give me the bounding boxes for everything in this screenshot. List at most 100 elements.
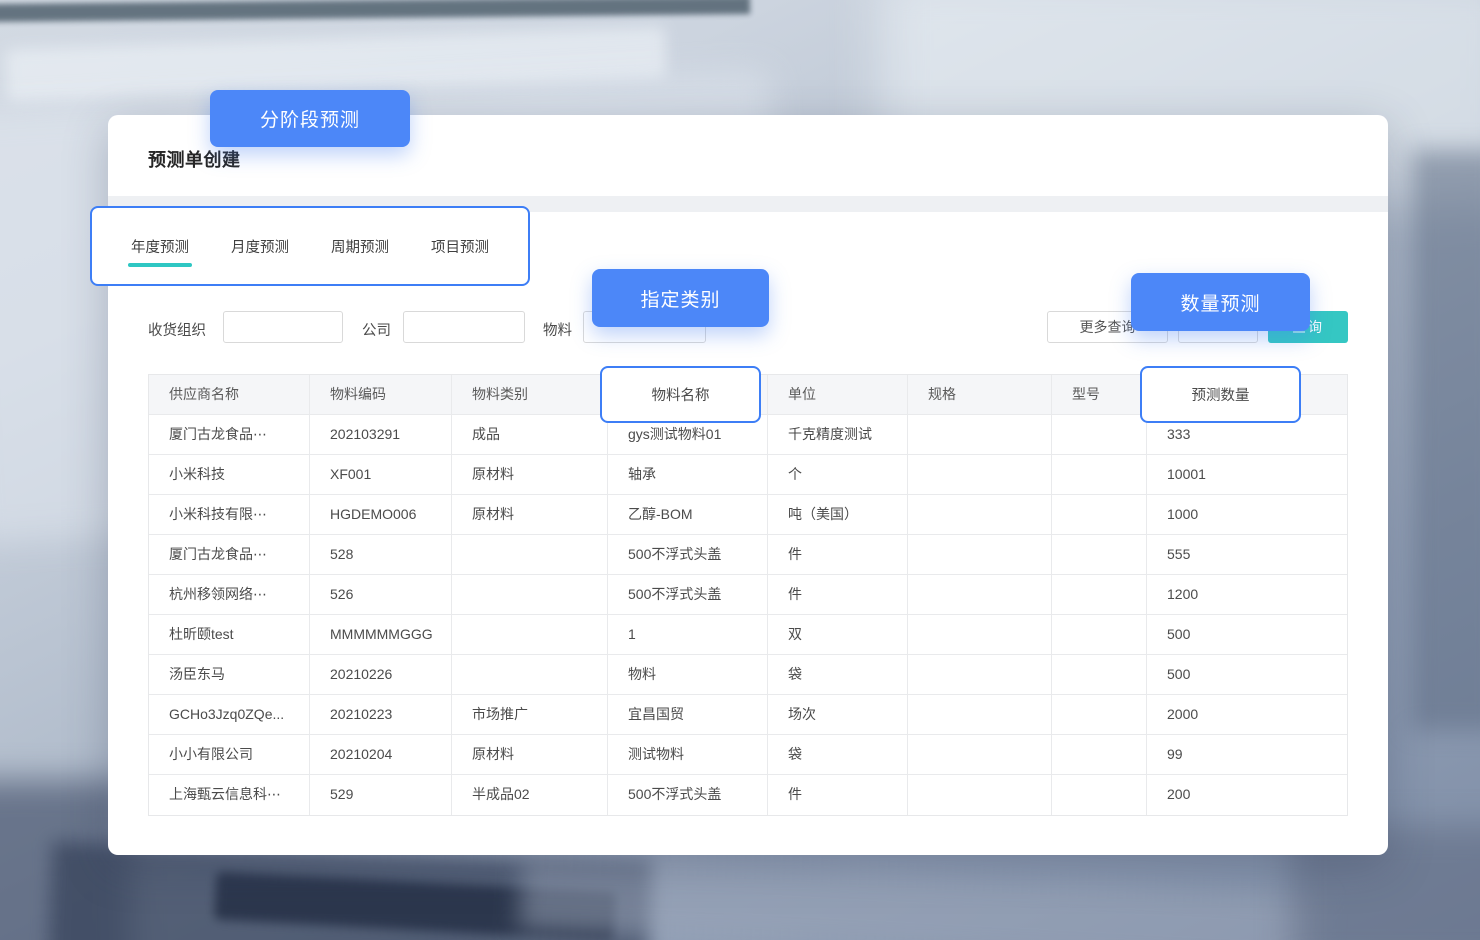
cell: 555 [1147, 535, 1347, 575]
page-title: 预测单创建 [148, 146, 241, 172]
tab-label: 年度预测 [131, 240, 189, 256]
cell [1052, 615, 1147, 655]
background-monitor-bezel [1412, 150, 1480, 730]
cell: 20210204 [310, 735, 452, 775]
forecast-type-callout-box: 年度预测 月度预测 周期预测 项目预测 [90, 206, 530, 286]
cell: 202103291 [310, 415, 452, 455]
cell: 乙醇-BOM [608, 495, 768, 535]
cell: 双 [768, 615, 908, 655]
cell [908, 735, 1052, 775]
cell [908, 535, 1052, 575]
cell [1052, 455, 1147, 495]
cell: 1200 [1147, 575, 1347, 615]
cell: 物料 [608, 655, 768, 695]
cell: 小米科技 [149, 455, 310, 495]
cell: 526 [310, 575, 452, 615]
cell: 500不浮式头盖 [608, 775, 768, 815]
cell: 500 [1147, 655, 1347, 695]
cell: 2000 [1147, 695, 1347, 735]
phased-forecast-badge: 分阶段预测 [210, 90, 410, 147]
cell [452, 535, 608, 575]
cell: 宜昌国贸 [608, 695, 768, 735]
quantity-forecast-badge: 数量预测 [1131, 273, 1310, 331]
cell: 半成品02 [452, 775, 608, 815]
tab-label: 月度预测 [231, 240, 289, 256]
receiving-org-input[interactable] [223, 311, 343, 343]
specify-category-badge: 指定类别 [592, 269, 769, 327]
cell: 袋 [768, 735, 908, 775]
cell: 千克精度测试 [768, 415, 908, 455]
cell: 1000 [1147, 495, 1347, 535]
cell [908, 615, 1052, 655]
cell: 原材料 [452, 495, 608, 535]
cell: 20210223 [310, 695, 452, 735]
cell [1052, 415, 1147, 455]
cell [1052, 655, 1147, 695]
active-tab-underline [128, 263, 192, 267]
forecast-quantity-callout-box: 预测数量 [1140, 366, 1301, 423]
tab-project-forecast[interactable]: 项目预测 [428, 236, 492, 273]
cell: 袋 [768, 655, 908, 695]
receiving-org-label: 收货组织 [148, 319, 206, 340]
company-input[interactable] [403, 311, 525, 343]
cell: 上海甄云信息科⋯ [149, 775, 310, 815]
cell [908, 415, 1052, 455]
cell: 杜昕颐test [149, 615, 310, 655]
cell: 汤臣东马 [149, 655, 310, 695]
cell [908, 655, 1052, 695]
cell: MMMMMMGGG [310, 615, 452, 655]
background-laptop-keys [214, 872, 616, 940]
cell: 小米科技有限⋯ [149, 495, 310, 535]
cell: 20210226 [310, 655, 452, 695]
cell [1052, 735, 1147, 775]
material-label: 物料 [543, 319, 572, 340]
cell: 件 [768, 775, 908, 815]
cell: 件 [768, 535, 908, 575]
cell [1052, 695, 1147, 735]
cell: 场次 [768, 695, 908, 735]
background-laptop-deck [519, 855, 1322, 940]
material-name-callout-box: 物料名称 [600, 366, 761, 423]
company-label: 公司 [362, 319, 391, 340]
cell: 1 [608, 615, 768, 655]
column-header: 物料类别 [452, 375, 608, 415]
cell [1052, 775, 1147, 815]
cell [1052, 535, 1147, 575]
column-header: 单位 [768, 375, 908, 415]
cell [1052, 575, 1147, 615]
forecast-type-tabs: 年度预测 月度预测 周期预测 项目预测 [128, 236, 528, 273]
cell: 10001 [1147, 455, 1347, 495]
cell [908, 775, 1052, 815]
cell: 99 [1147, 735, 1347, 775]
cell [908, 455, 1052, 495]
cell: 轴承 [608, 455, 768, 495]
cell: 原材料 [452, 455, 608, 495]
cell: 529 [310, 775, 452, 815]
screen: 预测单创建 年度预测月度预测周期预测项目预测 收货组织 公司 物料 更多查询 查… [0, 0, 1480, 940]
cell: 200 [1147, 775, 1347, 815]
cell: 市场推广 [452, 695, 608, 735]
cell: 成品 [452, 415, 608, 455]
tab-monthly-forecast[interactable]: 月度预测 [228, 236, 292, 273]
tab-period-forecast[interactable]: 周期预测 [328, 236, 392, 273]
tab-label: 周期预测 [331, 240, 389, 256]
cell [1052, 495, 1147, 535]
cell [908, 575, 1052, 615]
column-header: 物料编码 [310, 375, 452, 415]
cell: 个 [768, 455, 908, 495]
forecast-table: 供应商名称物料编码物料类别物料名称单位规格型号预测数量 厦门古龙食品⋯20210… [148, 374, 1348, 816]
column-header: 供应商名称 [149, 375, 310, 415]
cell: 厦门古龙食品⋯ [149, 535, 310, 575]
cell: GCHo3Jzq0ZQe... [149, 695, 310, 735]
cell [452, 615, 608, 655]
cell: 测试物料 [608, 735, 768, 775]
cell: 500不浮式头盖 [608, 535, 768, 575]
cell: HGDEMO006 [310, 495, 452, 535]
column-header: 规格 [908, 375, 1052, 415]
cell: 小小有限公司 [149, 735, 310, 775]
cell: 500 [1147, 615, 1347, 655]
background-browser-menubar [0, 0, 750, 22]
cell: 吨（美国） [768, 495, 908, 535]
cell: XF001 [310, 455, 452, 495]
tab-annual-forecast[interactable]: 年度预测 [128, 236, 192, 273]
